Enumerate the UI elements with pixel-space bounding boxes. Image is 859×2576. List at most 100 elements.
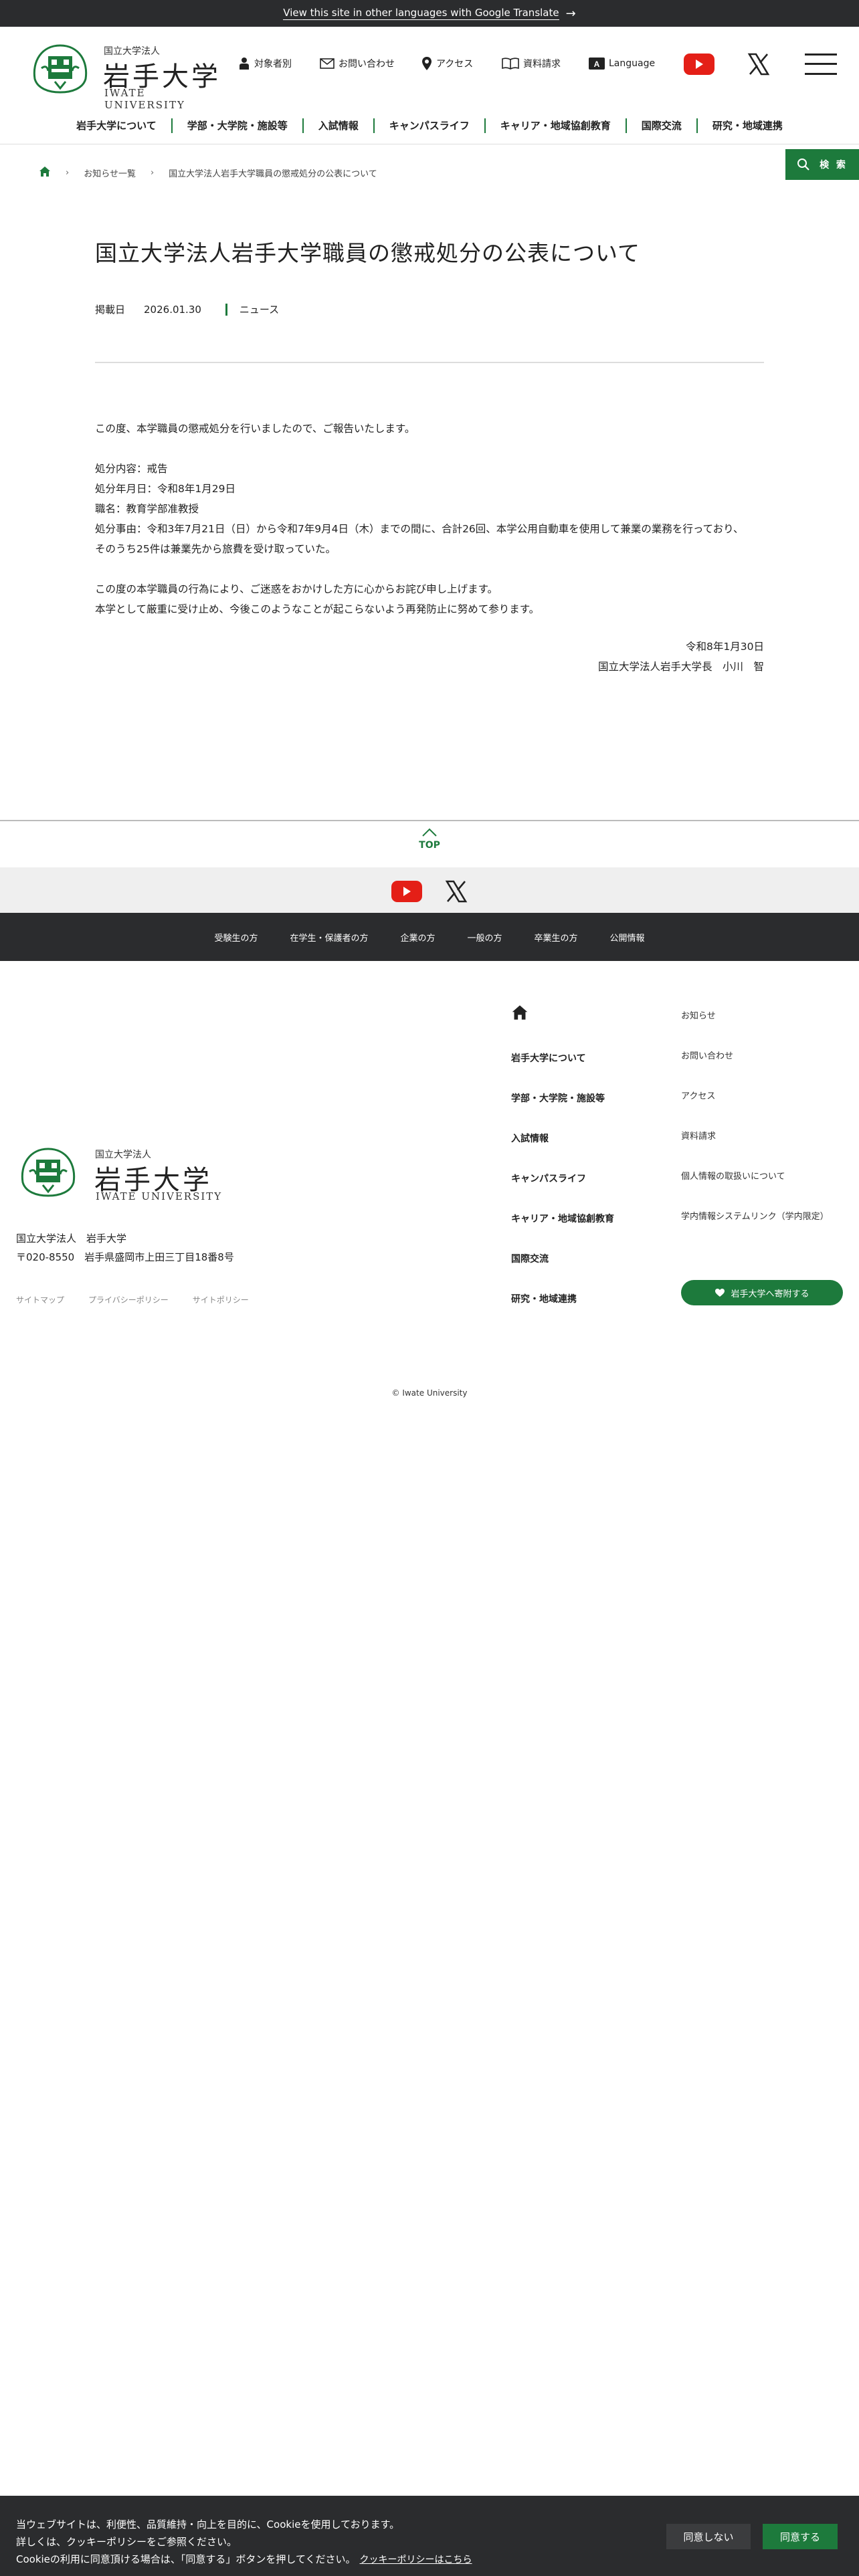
body-line: 本学として厳重に受け止め、今後このようなことが起こらないよう再発防止に努めて参り… bbox=[95, 603, 540, 615]
breadcrumb-news-list[interactable]: お知らせ一覧 bbox=[84, 167, 136, 179]
cookie-line: 当ウェブサイトは、利便性、品質維持・向上を目的に、Cookieを使用しております… bbox=[16, 2518, 400, 2531]
audience-prospective[interactable]: 受験生の方 bbox=[198, 931, 274, 944]
divider bbox=[0, 820, 859, 821]
body-line: 職名：教育学部准教授 bbox=[95, 503, 199, 515]
audience-nav: 受験生の方 在学生・保護者の方 企業の方 一般の方 卒業生の方 公開情報 bbox=[0, 913, 859, 961]
home-icon[interactable] bbox=[39, 166, 51, 180]
utility-request-label: 資料請求 bbox=[523, 59, 561, 70]
utility-request[interactable]: 資料請求 bbox=[502, 53, 561, 74]
utility-language[interactable]: A Language bbox=[589, 53, 655, 74]
site-header: 国立大学法人 岩手大学 IWATE UNIVERSITY 対象者別 お問い合わせ… bbox=[0, 27, 859, 111]
utility-contact[interactable]: お問い合わせ bbox=[320, 53, 395, 74]
signature-block: 令和8年1月30日 国立大学法人岩手大学長 小川 智 bbox=[95, 637, 764, 677]
search-button[interactable]: 検 索 bbox=[785, 149, 859, 180]
privacy-policy-link[interactable]: プライバシーポリシー bbox=[88, 1294, 169, 1305]
cookie-deny-button[interactable]: 同意しない bbox=[666, 2524, 751, 2549]
breadcrumb-current: 国立大学法人岩手大学職員の懲戒処分の公表について bbox=[169, 169, 377, 179]
utility-target[interactable]: 対象者別 bbox=[238, 53, 292, 74]
heart-icon bbox=[714, 1288, 725, 1297]
breadcrumb: › お知らせ一覧 › 国立大学法人岩手大学職員の懲戒処分の公表について bbox=[39, 166, 377, 180]
translate-link[interactable]: View this site in other languages with G… bbox=[283, 7, 559, 20]
footer-nav-request[interactable]: 資料請求 bbox=[681, 1129, 716, 1142]
chevron-right-icon: › bbox=[150, 168, 155, 178]
copyright: © Iwate University bbox=[391, 1388, 468, 1398]
gnav-career[interactable]: キャリア・地域協創教育 bbox=[486, 118, 626, 132]
audience-general[interactable]: 一般の方 bbox=[452, 931, 518, 944]
utility-access[interactable]: アクセス bbox=[421, 53, 473, 74]
youtube-icon[interactable] bbox=[684, 53, 714, 75]
article-body: この度、本学職員の懲戒処分を行いましたので、ご報告いたします。 処分内容：戒告 … bbox=[95, 419, 764, 619]
footer-nav-contact[interactable]: お問い合わせ bbox=[681, 1049, 733, 1061]
footer-nav-news[interactable]: お知らせ bbox=[681, 1008, 716, 1021]
signature-date: 令和8年1月30日 bbox=[686, 641, 764, 653]
x-twitter-icon[interactable] bbox=[747, 52, 771, 76]
donate-button[interactable]: 岩手大学へ寄附する bbox=[681, 1280, 843, 1305]
cookie-message: 当ウェブサイトは、利便性、品質維持・向上を目的に、Cookieを使用しております… bbox=[16, 2516, 472, 2569]
svg-text:A: A bbox=[594, 60, 600, 69]
utility-language-label: Language bbox=[609, 58, 656, 69]
sitemap-link[interactable]: サイトマップ bbox=[16, 1294, 64, 1305]
donate-button-label: 岩手大学へ寄附する bbox=[731, 1289, 809, 1299]
site-logo[interactable]: 国立大学法人 岩手大学 IWATE UNIVERSITY bbox=[28, 41, 222, 111]
search-icon bbox=[797, 158, 810, 171]
gnav-admissions[interactable]: 入試情報 bbox=[304, 118, 373, 132]
gnav-about[interactable]: 岩手大学について bbox=[62, 118, 171, 132]
cookie-line: 詳しくは、クッキーポリシーをご参照ください。 bbox=[16, 2536, 237, 2548]
body-line: この度の本学職員の行為により、ご迷惑をおかけした方に心からお詫び申し上げます。 bbox=[95, 583, 498, 595]
cookie-policy-link[interactable]: クッキーポリシーはこちら bbox=[360, 2555, 472, 2565]
category-label: ニュース bbox=[225, 303, 279, 316]
home-icon[interactable] bbox=[511, 1004, 529, 1023]
address-line: 国立大学法人 岩手大学 bbox=[16, 1232, 127, 1245]
page-title: 国立大学法人岩手大学職員の懲戒処分の公表について bbox=[95, 240, 641, 266]
person-icon bbox=[238, 57, 250, 70]
footer-policy-links: サイトマップ プライバシーポリシー サイトポリシー bbox=[16, 1294, 273, 1305]
footer-logo[interactable]: 国立大学法人 岩手大学 IWATE UNIVERSITY bbox=[16, 1145, 223, 1202]
audience-public-info[interactable]: 公開情報 bbox=[594, 931, 661, 944]
cookie-banner: 当ウェブサイトは、利便性、品質維持・向上を目的に、Cookieを使用しております… bbox=[0, 2496, 859, 2576]
google-translate-bar[interactable]: View this site in other languages with G… bbox=[0, 0, 859, 27]
audience-alumni[interactable]: 卒業生の方 bbox=[518, 931, 594, 944]
chevron-up-icon bbox=[422, 828, 437, 837]
global-nav: 岩手大学について 学部・大学院・施設等 入試情報 キャンパスライフ キャリア・地… bbox=[0, 107, 859, 144]
site-policy-link[interactable]: サイトポリシー bbox=[193, 1294, 249, 1305]
cookie-line: Cookieの利用に同意頂ける場合は、「同意する」ボタンを押してください。 bbox=[16, 2553, 356, 2565]
chevron-right-icon: › bbox=[66, 168, 70, 178]
utility-contact-label: お問い合わせ bbox=[339, 59, 395, 70]
audience-companies[interactable]: 企業の方 bbox=[384, 931, 451, 944]
social-links bbox=[0, 867, 859, 913]
body-line: そのうち25件は兼業先から旅費を受け取っていた。 bbox=[95, 543, 336, 555]
youtube-icon[interactable] bbox=[391, 881, 422, 902]
gnav-campus-life[interactable]: キャンパスライフ bbox=[375, 118, 484, 132]
utility-target-label: 対象者別 bbox=[254, 59, 292, 70]
footer-nav-internal-systems[interactable]: 学内情報システムリンク（学内限定） bbox=[681, 1209, 829, 1222]
audience-students-parents[interactable]: 在学生・保護者の方 bbox=[274, 931, 384, 944]
footer-nav-admissions[interactable]: 入試情報 bbox=[511, 1132, 549, 1145]
page-top-button[interactable]: TOP bbox=[409, 828, 450, 851]
search-button-label: 検 索 bbox=[820, 160, 848, 171]
gnav-faculties[interactable]: 学部・大学院・施設等 bbox=[173, 118, 302, 132]
x-twitter-icon[interactable] bbox=[444, 879, 468, 903]
footer-nav-about[interactable]: 岩手大学について bbox=[511, 1051, 586, 1065]
body-line: 処分内容：戒告 bbox=[95, 463, 168, 475]
footer-nav-career[interactable]: キャリア・地域協創教育 bbox=[511, 1212, 614, 1225]
footer-nav-campus-life[interactable]: キャンパスライフ bbox=[511, 1172, 586, 1185]
footer-nav-international[interactable]: 国際交流 bbox=[511, 1252, 549, 1265]
footer-nav-research[interactable]: 研究・地域連携 bbox=[511, 1292, 577, 1305]
map-pin-icon bbox=[421, 56, 432, 71]
body-paragraph: この度、本学職員の懲戒処分を行いましたので、ご報告いたします。 bbox=[95, 423, 415, 435]
footer-nav-privacy[interactable]: 個人情報の取扱いについて bbox=[681, 1169, 785, 1182]
university-seal-icon bbox=[21, 1148, 76, 1197]
hamburger-menu-icon[interactable] bbox=[805, 53, 837, 75]
date-label: 掲載日 bbox=[95, 304, 126, 316]
gnav-research[interactable]: 研究・地域連携 bbox=[698, 118, 797, 132]
cookie-agree-button[interactable]: 同意する bbox=[763, 2524, 838, 2549]
footer-nav-faculties[interactable]: 学部・大学院・施設等 bbox=[511, 1091, 605, 1105]
language-icon: A bbox=[589, 58, 605, 70]
gnav-international[interactable]: 国際交流 bbox=[627, 118, 696, 132]
footer-nav-access[interactable]: アクセス bbox=[681, 1089, 715, 1101]
body-line: 処分年月日：令和8年1月29日 bbox=[95, 483, 235, 495]
university-seal-icon bbox=[33, 44, 88, 94]
address-line: 〒020-8550 岩手県盛岡市上田三丁目18番8号 bbox=[16, 1251, 234, 1263]
footer-address: 国立大学法人 岩手大学 〒020-8550 岩手県盛岡市上田三丁目18番8号 bbox=[16, 1229, 234, 1267]
article-meta: 掲載日 2026.01.30 ニュース bbox=[95, 302, 279, 316]
